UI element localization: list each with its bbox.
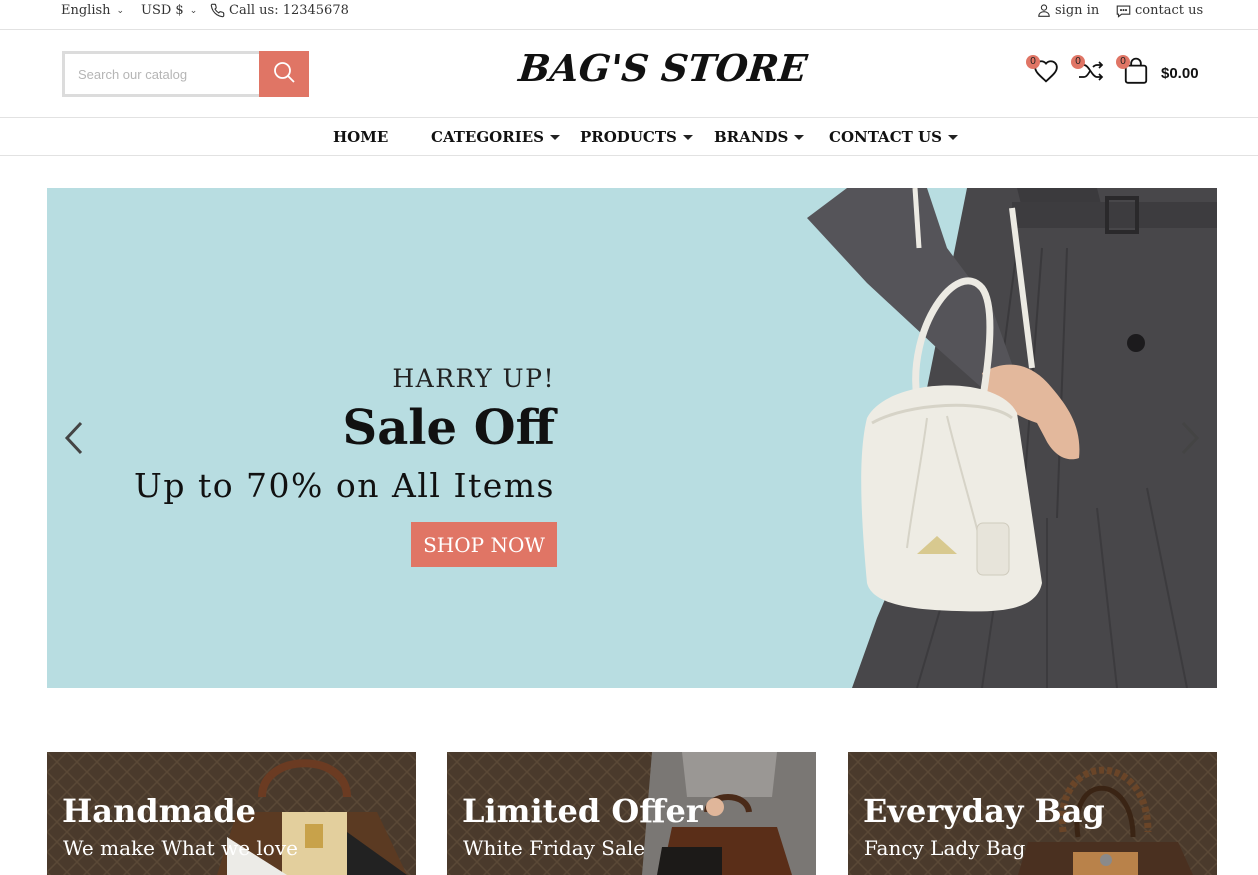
caret-down-icon [549,134,560,140]
sign-in-label: sign in [1055,3,1100,18]
banner-handmade[interactable]: Handmade We make What we love [47,752,416,875]
search-icon [272,60,296,89]
nav-item-label: PRODUCTS [580,128,677,146]
main-nav: HOME CATEGORIES PRODUCTS BRANDS CONTACT … [0,117,1258,156]
chevron-down-icon: ⌄ [189,5,198,16]
sign-in-link[interactable]: sign in [1037,3,1099,18]
nav-item-categories[interactable]: CATEGORIES [431,128,560,146]
slider-prev-button[interactable] [59,420,89,460]
phone-info: Call us: 12345678 [210,3,349,18]
chevron-right-icon [1180,421,1200,460]
nav-item-label: BRANDS [714,128,789,146]
nav-item-contact-us[interactable]: CONTACT US [829,128,958,146]
contact-us-link[interactable]: contact us [1116,3,1203,18]
top-bar: English ⌄ USD $ ⌄ Call us: 12345678 sign… [0,0,1258,30]
wishlist-button[interactable]: 0 [1026,55,1061,88]
banner-subtitle: We make What we love [63,836,298,860]
cart-total[interactable]: $0.00 [1161,65,1199,82]
chevron-left-icon [64,421,84,460]
hero-subtitle: Up to 70% on All Items [134,466,555,505]
banner-title: Everyday Bag [863,792,1105,830]
hero-model-image [807,188,1217,688]
hero-kicker: HARRY UP! [392,364,555,393]
cart-count-badge: 0 [1116,55,1130,69]
banner-title: Handmade [62,792,256,830]
caret-down-icon [947,134,958,140]
nav-item-brands[interactable]: BRANDS [714,128,805,146]
chevron-down-icon: ⌄ [116,5,125,16]
banner-limited-offer[interactable]: Limited Offer White Friday Sale [447,752,816,875]
language-selector[interactable]: English ⌄ [61,3,124,18]
store-logo[interactable]: BAG'S STORE [517,46,810,90]
banner-everyday-bag[interactable]: Everyday Bag Fancy Lady Bag [848,752,1217,875]
language-label: English [61,3,111,18]
search-input[interactable] [65,54,260,94]
compare-button[interactable]: 0 [1071,55,1106,88]
hero-slider: HARRY UP! Sale Off Up to 70% on All Item… [47,188,1217,688]
hero-title: Sale Off [342,400,555,456]
caret-down-icon [794,134,805,140]
nav-item-label: CATEGORIES [431,128,544,146]
phone-label: Call us: 12345678 [229,3,349,18]
compare-count-badge: 0 [1071,55,1085,69]
banner-subtitle: Fancy Lady Bag [864,836,1026,860]
contact-us-label: contact us [1135,3,1204,18]
nav-item-products[interactable]: PRODUCTS [580,128,693,146]
phone-icon [210,3,225,18]
search-button[interactable] [259,51,309,97]
nav-item-label: CONTACT US [829,128,942,146]
shop-now-button[interactable]: SHOP NOW [411,522,557,567]
wishlist-count-badge: 0 [1026,55,1040,69]
search-box [62,51,260,97]
currency-selector[interactable]: USD $ ⌄ [141,3,197,18]
slider-next-button[interactable] [1175,420,1205,460]
nav-item-label: HOME [333,128,389,146]
user-icon [1037,3,1051,18]
nav-item-home[interactable]: HOME [333,128,388,146]
banner-subtitle: White Friday Sale [463,836,646,860]
caret-down-icon [682,134,693,140]
chat-icon [1116,4,1131,18]
banner-title: Limited Offer [462,792,703,830]
cart-button[interactable]: 0 [1116,55,1151,88]
currency-label: USD $ [141,3,184,18]
